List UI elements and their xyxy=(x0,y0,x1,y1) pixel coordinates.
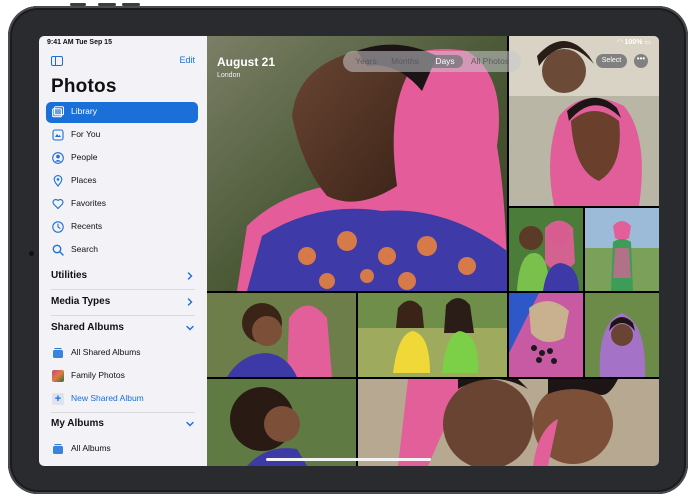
chevron-right-icon xyxy=(187,272,193,280)
sidebar-item-favorites[interactable]: Favorites xyxy=(46,194,198,215)
wifi-icon: ◠ xyxy=(617,39,623,46)
divider xyxy=(51,315,195,316)
photo-tile[interactable] xyxy=(207,379,356,466)
volume-down-button xyxy=(122,3,140,6)
section-label: Shared Albums xyxy=(51,322,124,333)
photo-tile[interactable] xyxy=(585,293,659,377)
status-time-date: 9:41 AM Tue Sep 15 xyxy=(47,39,112,46)
photo-tile-hero[interactable]: August 21 London xyxy=(207,36,507,291)
shared-albums-icon xyxy=(53,348,63,358)
for-you-icon xyxy=(52,129,64,141)
section-my-albums[interactable]: My Albums xyxy=(51,416,195,434)
sidebar-item-recents[interactable]: Recents xyxy=(46,217,198,238)
sidebar-item-label: People xyxy=(71,152,98,162)
plus-icon: + xyxy=(52,393,64,405)
section-utilities[interactable]: Utilities xyxy=(51,268,195,286)
tab-all-photos[interactable]: All Photos xyxy=(465,55,515,68)
chevron-down-icon xyxy=(186,325,194,331)
person-icon xyxy=(52,152,64,164)
sidebar: 9:41 AM Tue Sep 15 Edit Photos Library F… xyxy=(39,36,207,466)
sidebar-item-label: All Albums xyxy=(71,443,111,453)
section-shared-albums[interactable]: Shared Albums xyxy=(51,320,195,338)
sidebar-item-family-photos[interactable]: Family Photos xyxy=(46,366,198,387)
clock-icon xyxy=(52,221,64,233)
edit-button[interactable]: Edit xyxy=(179,55,195,65)
sidebar-item-places[interactable]: Places xyxy=(46,171,198,192)
photo-tile[interactable] xyxy=(358,379,659,466)
section-label: My Albums xyxy=(51,418,104,429)
map-pin-icon xyxy=(53,175,63,187)
photo-image xyxy=(207,293,356,377)
battery-percent: 100% xyxy=(624,39,643,46)
tab-years[interactable]: Years xyxy=(349,55,383,68)
heart-icon xyxy=(52,198,64,210)
chevron-down-icon xyxy=(186,421,194,427)
photo-tile[interactable] xyxy=(207,293,356,377)
divider xyxy=(51,289,195,290)
sidebar-item-label: Library xyxy=(71,106,97,116)
photo-grid: August 21 London ◠ 100% ▭ Years Months D… xyxy=(207,36,659,466)
select-button[interactable]: Select xyxy=(596,54,627,68)
sidebar-item-all-shared-albums[interactable]: All Shared Albums xyxy=(46,343,198,364)
photo-image xyxy=(358,293,507,377)
home-indicator[interactable] xyxy=(266,458,431,461)
location-label: London xyxy=(217,72,241,79)
albums-icon xyxy=(53,444,63,454)
sidebar-item-label: Places xyxy=(71,175,97,185)
sidebar-item-search[interactable]: Search xyxy=(46,240,198,261)
photo-tile[interactable] xyxy=(358,293,507,377)
photo-library-icon xyxy=(52,106,64,118)
sidebar-item-label: All Shared Albums xyxy=(71,347,141,357)
view-segmented-control: Years Months Days All Photos xyxy=(343,51,521,72)
date-title: August 21 xyxy=(217,55,276,69)
section-label: Media Types xyxy=(51,296,111,307)
camera-icon xyxy=(29,251,34,256)
top-button xyxy=(70,3,86,6)
sidebar-item-for-you[interactable]: For You xyxy=(46,125,198,146)
album-thumbnail xyxy=(52,370,64,382)
sidebar-item-label: Recents xyxy=(71,221,103,231)
sidebar-item-label: For You xyxy=(71,129,101,139)
screen: 9:41 AM Tue Sep 15 Edit Photos Library F… xyxy=(39,36,659,466)
status-battery: ◠ 100% ▭ xyxy=(617,38,651,46)
divider xyxy=(51,412,195,413)
photo-image xyxy=(585,293,659,377)
tab-months[interactable]: Months xyxy=(385,55,425,68)
photo-image xyxy=(509,293,583,377)
sidebar-item-label: New Shared Album xyxy=(71,393,144,403)
photo-image xyxy=(585,208,659,291)
more-icon[interactable]: ••• xyxy=(634,54,648,68)
chevron-right-icon xyxy=(187,298,193,306)
photo-image xyxy=(207,36,507,291)
sidebar-item-label: Favorites xyxy=(71,198,106,208)
photo-tile[interactable] xyxy=(509,208,583,291)
photo-image xyxy=(509,208,583,291)
tab-days[interactable]: Days xyxy=(427,55,463,68)
sidebar-item-label: Family Photos xyxy=(71,370,125,380)
volume-up-button xyxy=(98,3,116,6)
section-media-types[interactable]: Media Types xyxy=(51,294,195,312)
sidebar-item-label: Search xyxy=(71,244,98,254)
sidebar-item-all-albums[interactable]: All Albums xyxy=(46,439,198,460)
sidebar-toggle-icon[interactable] xyxy=(51,56,63,66)
photo-tile[interactable] xyxy=(509,293,583,377)
battery-icon: ▭ xyxy=(644,39,651,46)
search-icon xyxy=(52,244,64,256)
sidebar-title: Photos xyxy=(51,76,117,97)
sidebar-item-library[interactable]: Library xyxy=(46,102,198,123)
photo-image xyxy=(207,379,356,466)
sidebar-item-new-shared-album[interactable]: + New Shared Album xyxy=(46,389,198,410)
sidebar-item-people[interactable]: People xyxy=(46,148,198,169)
section-label: Utilities xyxy=(51,270,88,281)
photo-image xyxy=(358,379,659,466)
photo-tile[interactable] xyxy=(585,208,659,291)
